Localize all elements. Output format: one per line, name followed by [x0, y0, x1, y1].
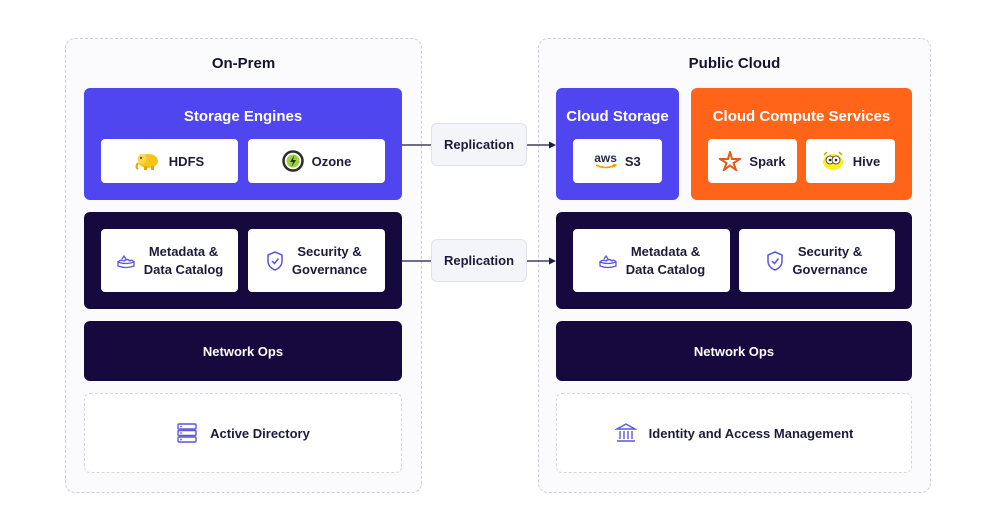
cloud-storage-title: Cloud Storage: [566, 108, 669, 125]
onprem-metadata-line1: Metadata &: [148, 243, 219, 259]
cloud-storage-block: Cloud Storage aws S3: [556, 88, 679, 200]
ozone-icon: [281, 150, 304, 172]
onprem-security-text: Security & Governance: [292, 243, 367, 279]
spark-card[interactable]: Spark: [708, 139, 797, 183]
onprem-catalog-block: Metadata & Data Catalog Security & Gover…: [84, 212, 402, 309]
onprem-metadata-card[interactable]: Metadata & Data Catalog: [101, 229, 238, 292]
onprem-metadata-line2: Data Catalog: [143, 261, 224, 277]
hdfs-card[interactable]: HDFS: [101, 139, 238, 183]
hadoop-elephant-icon: [135, 151, 161, 171]
metadata-icon: [116, 253, 136, 269]
hive-label: Hive: [852, 153, 881, 169]
metadata-icon: [598, 253, 618, 269]
iam-box[interactable]: Identity and Access Management: [556, 393, 912, 473]
bank-icon: [614, 422, 637, 444]
onprem-security-card[interactable]: Security & Governance: [248, 229, 385, 292]
s3-card[interactable]: aws S3: [573, 139, 662, 183]
onprem-security-line2: Governance: [291, 261, 368, 277]
onprem-metadata-text: Metadata & Data Catalog: [144, 243, 223, 279]
cloud-security-text: Security & Governance: [792, 243, 867, 279]
cloud-metadata-card[interactable]: Metadata & Data Catalog: [573, 229, 730, 292]
replication-top-label: Replication: [431, 123, 527, 166]
onprem-network-label: Network Ops: [202, 343, 284, 359]
cloud-metadata-line1: Metadata &: [630, 243, 701, 259]
storage-engines-title: Storage Engines: [183, 108, 303, 125]
cloud-security-card[interactable]: Security & Governance: [739, 229, 895, 292]
onprem-network-ops[interactable]: Network Ops: [84, 321, 402, 381]
s3-label: S3: [624, 153, 641, 169]
cloud-metadata-line2: Data Catalog: [625, 261, 706, 277]
cloud-network-label: Network Ops: [693, 343, 775, 359]
ozone-card[interactable]: Ozone: [248, 139, 385, 183]
spark-label: Spark: [749, 153, 786, 169]
shield-icon: [766, 250, 784, 272]
cloud-security-line2: Governance: [792, 261, 868, 277]
cloud-title: Public Cloud: [688, 55, 781, 72]
ozone-label: Ozone: [311, 153, 352, 169]
spark-icon: [719, 151, 742, 171]
cloud-catalog-block: Metadata & Data Catalog Security & Gover…: [556, 212, 912, 309]
onprem-security-line1: Security &: [297, 243, 362, 259]
hdfs-label: HDFS: [168, 153, 205, 169]
active-directory-box[interactable]: Active Directory: [84, 393, 402, 473]
iam-label: Identity and Access Management: [648, 425, 854, 441]
cloud-compute-block: Cloud Compute Services Spark Hive: [691, 88, 912, 200]
aws-logo-icon: aws: [594, 151, 617, 169]
shield-icon: [266, 250, 284, 272]
cloud-network-ops[interactable]: Network Ops: [556, 321, 912, 381]
onprem-title: On-Prem: [211, 55, 276, 72]
cloud-security-line1: Security &: [797, 243, 863, 259]
cloud-compute-title: Cloud Compute Services: [712, 108, 891, 125]
hive-card[interactable]: Hive: [806, 139, 895, 183]
storage-engines-block: Storage Engines HDFS Ozone: [84, 88, 402, 200]
server-icon: [176, 422, 198, 444]
hive-icon: [821, 150, 845, 172]
active-directory-label: Active Directory: [210, 425, 310, 441]
aws-logo-text: aws: [594, 151, 617, 165]
cloud-metadata-text: Metadata & Data Catalog: [626, 243, 705, 279]
replication-middle-label: Replication: [431, 239, 527, 282]
